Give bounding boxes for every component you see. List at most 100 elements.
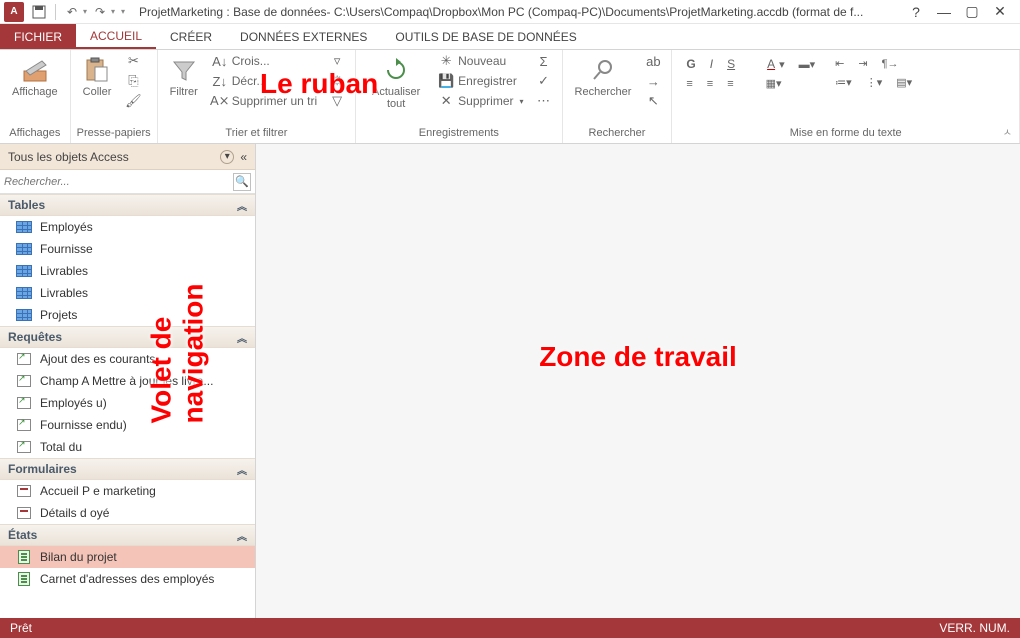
save-record-button[interactable]: 💾Enregistrer bbox=[434, 72, 527, 90]
selection-icon: ▿ bbox=[329, 53, 345, 69]
query-icon bbox=[17, 397, 31, 409]
goto-button[interactable]: → bbox=[641, 72, 665, 90]
paste-button[interactable]: Coller bbox=[77, 52, 118, 102]
ribbon: Le ruban Affichage Affichages Coller ✂ ⎘… bbox=[0, 50, 1020, 144]
totals-button[interactable]: Σ bbox=[532, 52, 556, 70]
numbering-button[interactable]: ⋮▾ bbox=[862, 75, 887, 90]
delete-record-button[interactable]: ✕Supprimer▾ bbox=[434, 92, 527, 110]
table-item[interactable]: Fournisse bbox=[0, 238, 255, 260]
fill-color-button[interactable]: ▬▾ bbox=[795, 56, 820, 72]
undo-icon[interactable]: ↶ bbox=[61, 1, 83, 23]
table-item[interactable]: Livrables bbox=[0, 260, 255, 282]
bullets-button[interactable]: ≔▾ bbox=[831, 75, 856, 90]
selection-filter-button[interactable]: ▿ bbox=[325, 52, 349, 70]
category-reports[interactable]: États︽ bbox=[0, 524, 255, 546]
toggle-filter-button[interactable]: ▽ bbox=[325, 92, 349, 110]
query-item[interactable]: Ajout des es courants bbox=[0, 348, 255, 370]
search-input[interactable] bbox=[4, 176, 233, 188]
maximize-icon[interactable]: ▢ bbox=[962, 3, 982, 20]
redo-icon[interactable]: ↷ bbox=[89, 1, 111, 23]
align-right-button[interactable]: ≡ bbox=[723, 76, 737, 91]
indent-inc-button[interactable]: ⇥ bbox=[854, 56, 871, 71]
search-icon[interactable]: 🔍 bbox=[233, 173, 251, 191]
table-icon bbox=[16, 287, 32, 299]
sort-asc-button[interactable]: A↓Crois... bbox=[208, 52, 321, 70]
format-painter-button[interactable]: 🖌 bbox=[121, 92, 145, 110]
view-icon bbox=[21, 56, 49, 84]
filter-button[interactable]: Filtrer bbox=[164, 52, 204, 102]
toggle-filter-icon: ▽ bbox=[329, 93, 345, 109]
table-item[interactable]: Employés bbox=[0, 216, 255, 238]
font-color-button[interactable]: A▾ bbox=[763, 56, 789, 72]
tab-file[interactable]: FICHIER bbox=[0, 24, 76, 49]
advanced-icon: ⚙ bbox=[329, 73, 345, 89]
spelling-button[interactable]: ✓ bbox=[532, 72, 556, 90]
navpane-menu-icon[interactable]: ▾ bbox=[220, 150, 234, 164]
find-button[interactable]: Rechercher bbox=[569, 52, 638, 102]
query-item[interactable]: Champ A Mettre à jour les livra... bbox=[0, 370, 255, 392]
filter-icon bbox=[170, 56, 198, 84]
indent-dec-button[interactable]: ⇤ bbox=[831, 56, 848, 71]
group-clipboard: Coller ✂ ⎘ 🖌 Presse-papiers bbox=[71, 50, 158, 143]
query-item[interactable]: Employés u) bbox=[0, 392, 255, 414]
report-item[interactable]: Bilan du projet bbox=[0, 546, 255, 568]
group-text-formatting: G I S A▾ ▬▾ ≡ ≡ ≡ ▦▾ ⇤ ⇥ bbox=[672, 50, 1020, 143]
alt-row-button[interactable]: ▤▾ bbox=[892, 75, 916, 90]
collapse-ribbon-icon[interactable]: ㅅ bbox=[1003, 124, 1012, 139]
form-item[interactable]: Accueil P e marketing bbox=[0, 480, 255, 502]
bold-button[interactable]: G bbox=[682, 56, 699, 72]
align-center-button[interactable]: ≡ bbox=[703, 76, 717, 91]
copy-button[interactable]: ⎘ bbox=[121, 72, 145, 90]
ltr-button[interactable]: ¶→ bbox=[878, 56, 903, 71]
refresh-all-button[interactable]: Actualiser tout bbox=[362, 52, 430, 114]
save-record-icon: 💾 bbox=[438, 73, 454, 89]
underline-button[interactable]: S bbox=[723, 56, 739, 72]
status-text: Prêt bbox=[10, 621, 32, 635]
group-records: Actualiser tout ✳Nouveau 💾Enregistrer ✕S… bbox=[356, 50, 562, 143]
category-tables[interactable]: Tables︽ bbox=[0, 194, 255, 216]
navpane-collapse-icon[interactable]: « bbox=[240, 150, 247, 164]
table-item[interactable]: Projets bbox=[0, 304, 255, 326]
query-icon bbox=[17, 419, 31, 431]
table-icon bbox=[16, 309, 32, 321]
navpane-search: 🔍 bbox=[0, 170, 255, 194]
new-record-button[interactable]: ✳Nouveau bbox=[434, 52, 527, 70]
cut-button[interactable]: ✂ bbox=[121, 52, 145, 70]
spelling-icon: ✓ bbox=[536, 73, 552, 89]
more-button[interactable]: ⋯ bbox=[532, 92, 556, 110]
category-forms[interactable]: Formulaires︽ bbox=[0, 458, 255, 480]
help-icon[interactable]: ? bbox=[906, 4, 926, 20]
tab-home[interactable]: ACCUEIL bbox=[76, 24, 156, 49]
report-item[interactable]: Carnet d'adresses des employés bbox=[0, 568, 255, 590]
select-icon: ↖ bbox=[645, 93, 661, 109]
navpane-title[interactable]: Tous les objets Access bbox=[8, 150, 220, 164]
refresh-icon bbox=[382, 56, 410, 84]
select-button[interactable]: ↖ bbox=[641, 92, 665, 110]
gridlines-button[interactable]: ▦▾ bbox=[762, 76, 786, 91]
tab-db-tools[interactable]: OUTILS DE BASE DE DONNÉES bbox=[381, 24, 590, 49]
save-icon[interactable] bbox=[28, 1, 50, 23]
advanced-filter-button[interactable]: ⚙ bbox=[325, 72, 349, 90]
group-sort-filter: Filtrer A↓Crois... Z↓Décr... A⨯Supprimer… bbox=[158, 50, 356, 143]
query-item[interactable]: Fournisse endu) bbox=[0, 414, 255, 436]
replace-button[interactable]: ab bbox=[641, 52, 665, 70]
close-icon[interactable]: ✕ bbox=[990, 3, 1010, 20]
minimize-icon[interactable]: — bbox=[934, 4, 954, 20]
tab-create[interactable]: CRÉER bbox=[156, 24, 226, 49]
goto-icon: → bbox=[645, 73, 661, 89]
italic-button[interactable]: I bbox=[706, 56, 717, 72]
clear-sort-button[interactable]: A⨯Supprimer un tri bbox=[208, 92, 321, 110]
sort-desc-icon: Z↓ bbox=[212, 73, 228, 89]
align-left-button[interactable]: ≡ bbox=[682, 76, 696, 91]
tab-external-data[interactable]: DONNÉES EXTERNES bbox=[226, 24, 381, 49]
copy-icon: ⎘ bbox=[125, 73, 141, 89]
query-item[interactable]: Total du bbox=[0, 436, 255, 458]
app-icon: A bbox=[4, 2, 24, 22]
view-button[interactable]: Affichage bbox=[6, 52, 64, 102]
sort-desc-button[interactable]: Z↓Décr... bbox=[208, 72, 321, 90]
form-item[interactable]: Détails d oyé bbox=[0, 502, 255, 524]
category-queries[interactable]: Requêtes︽ bbox=[0, 326, 255, 348]
workarea: Zone de travail bbox=[256, 144, 1020, 618]
cut-icon: ✂ bbox=[125, 53, 141, 69]
table-item[interactable]: Livrables bbox=[0, 282, 255, 304]
